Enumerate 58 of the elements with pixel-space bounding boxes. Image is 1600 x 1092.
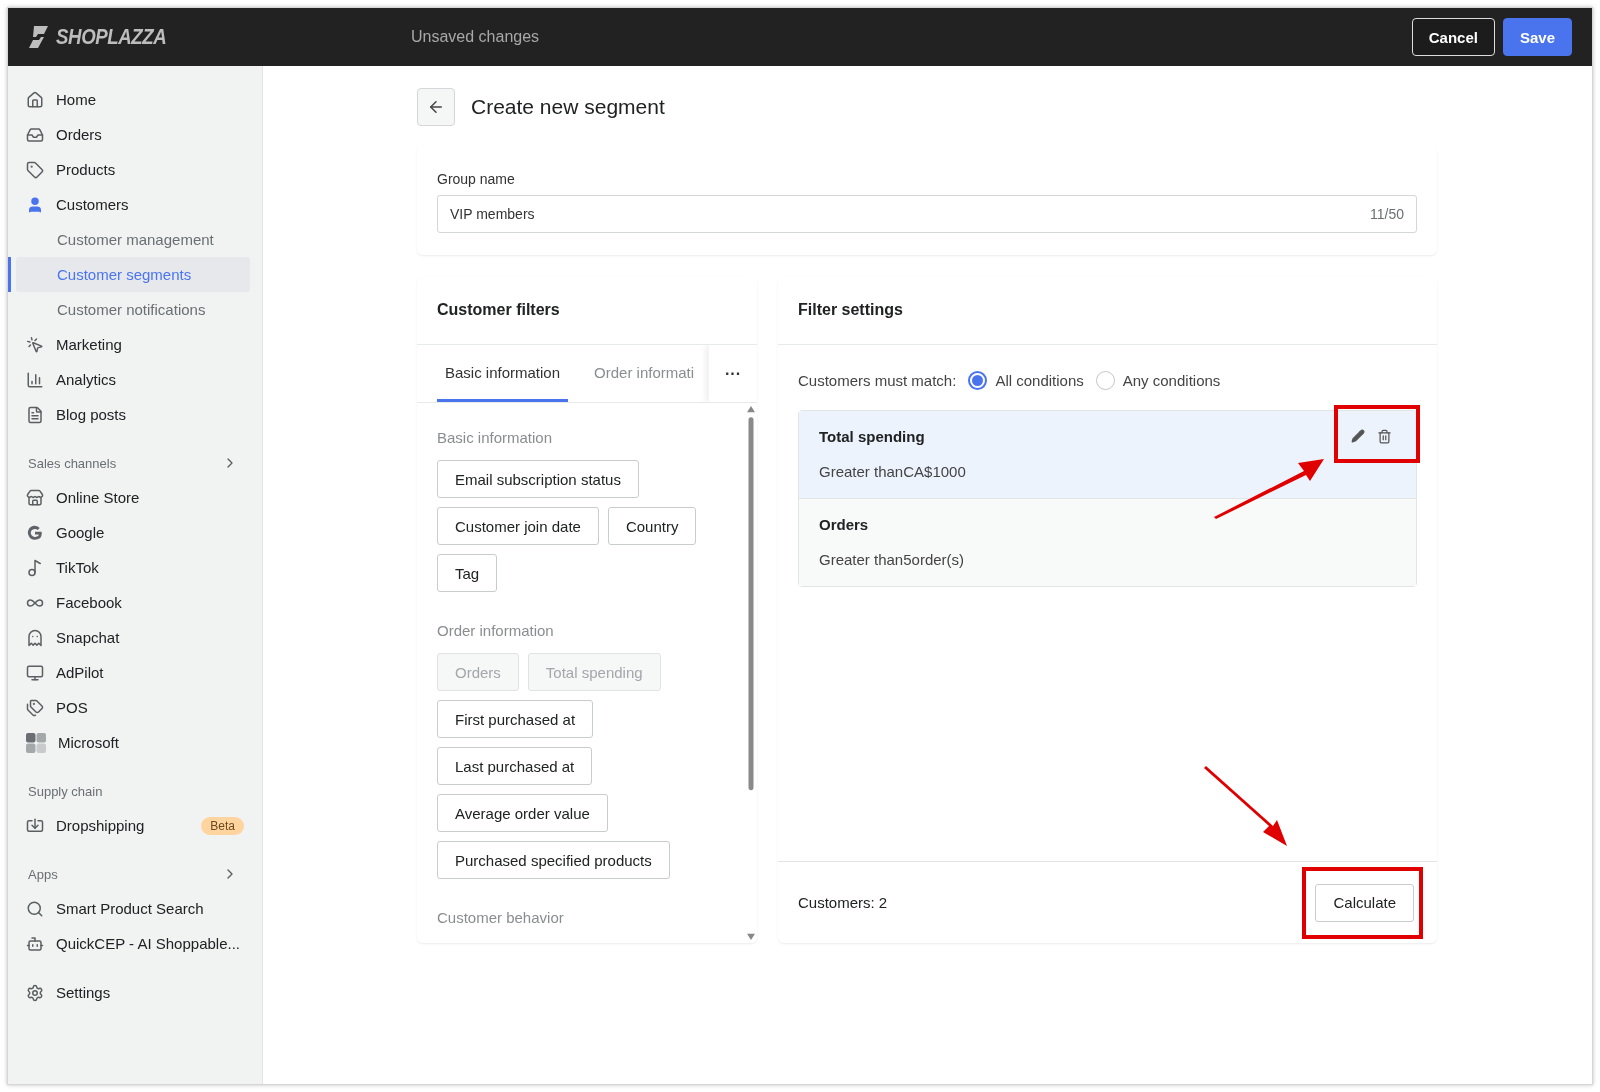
section-heading: Apps [28,866,58,882]
sidebar-subitem[interactable]: Customer management [16,222,250,257]
match-label: Customers must match: [798,372,957,389]
save-button[interactable]: Save [1502,18,1572,56]
calculate-button[interactable]: Calculate [1315,883,1414,922]
condition-description: Greater than5order(s) [819,551,965,568]
condition-description: Greater thanCA$1000 [819,463,966,480]
page-title: Create new segment [471,95,665,119]
section-heading: Supply chain [28,783,103,799]
filter-option[interactable]: Average order value [437,794,608,832]
sidebar-item[interactable]: Google [8,515,250,550]
sidebar-item[interactable]: Products [8,152,250,187]
group-heading: Order information [437,622,555,639]
filter-option[interactable]: Purchased specified products [437,841,670,879]
filter-option[interactable]: Tag [437,554,498,592]
customer-count: Customers: 2 [798,894,888,911]
condition-row[interactable]: Orders Greater than5order(s) [799,499,1416,586]
logo: SHOPLAZZA [28,24,411,50]
sidebar-subitem[interactable]: Customer notifications [16,292,250,327]
group-heading: Basic information [437,429,554,446]
filter-option[interactable]: Customer join date [437,507,599,545]
filter-option[interactable]: First purchased at [437,700,594,738]
section-heading: Sales channels [28,455,117,471]
radio-option[interactable]: Any conditions [1095,371,1221,390]
sidebar-item[interactable]: Snapchat [8,620,250,655]
filter-option[interactable]: Email subscription status [437,460,639,498]
sidebar-item[interactable]: QuickCEP - AI Shoppable... [8,926,250,961]
group-heading: Customer behavior [437,909,565,926]
sidebar-item[interactable]: TikTok [8,550,250,585]
sidebar-item[interactable]: Orders [8,117,250,152]
radio-option[interactable]: All conditions [968,371,1084,390]
unsaved-status: Unsaved changes [411,28,541,46]
beta-badge: Beta [201,816,244,835]
sidebar-item[interactable]: Home [8,82,250,117]
condition-title: Total spending [819,428,925,445]
sidebar-item[interactable]: Analytics [8,362,250,397]
sidebar-item[interactable]: Blog posts [8,397,250,432]
sidebar-item[interactable]: Customers [8,187,250,222]
filter-option[interactable]: Country [607,507,697,545]
field-label: Group name [437,171,516,187]
sidebar-item[interactable]: Online Store [8,480,250,515]
sidebar-item[interactable]: AdPilot [8,655,250,690]
sidebar-item[interactable]: POS [8,690,250,725]
sidebar-item[interactable]: Facebook [8,585,250,620]
character-counter: 11/50 [1370,206,1404,222]
cancel-button[interactable]: Cancel [1411,18,1495,56]
sidebar-item[interactable]: Microsoft [8,725,250,760]
more-button[interactable]: ··· [709,345,757,402]
condition-row[interactable]: Total spending Greater thanCA$1000 [799,411,1416,498]
sidebar-item[interactable]: Settings [8,975,250,1010]
tab[interactable]: Basic information [437,345,569,402]
condition-title: Orders [819,516,869,533]
sidebar-item[interactable]: Dropshipping Beta [8,808,250,843]
filter-option[interactable]: Last purchased at [437,747,593,785]
sidebar-item[interactable]: Smart Product Search [8,891,250,926]
sidebar-item[interactable]: Marketing [8,327,250,362]
card-title: Customer filters [437,301,560,319]
card-title: Filter settings [798,301,903,319]
